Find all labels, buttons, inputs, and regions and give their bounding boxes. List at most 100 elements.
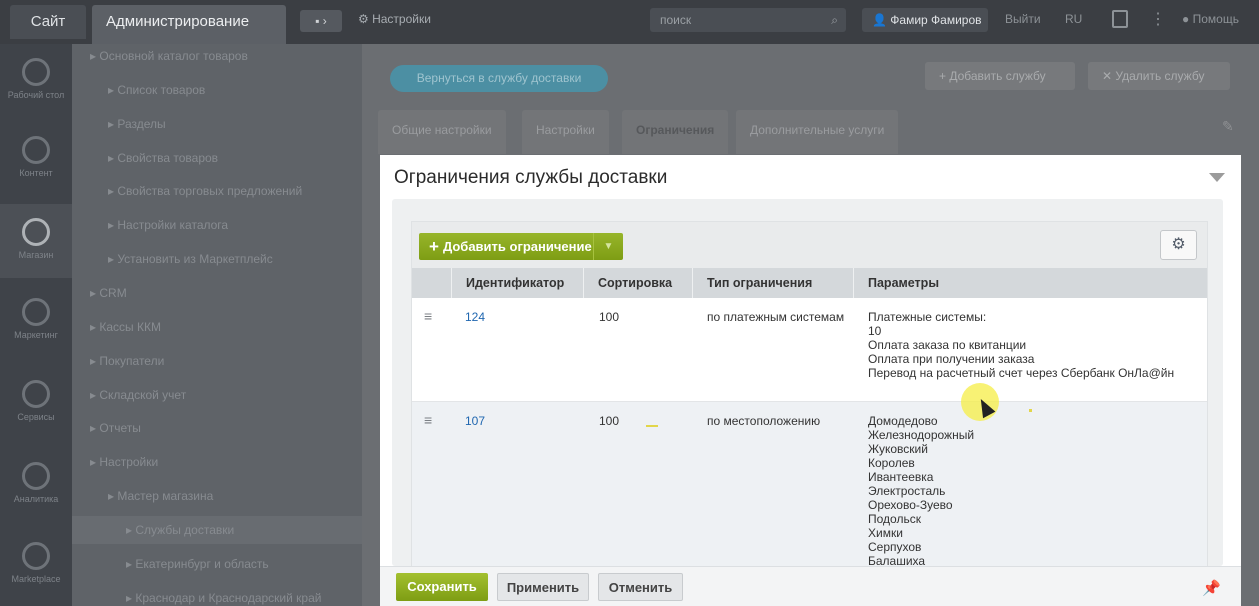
settings-link[interactable]: ⚙ Настройки	[358, 12, 431, 26]
search-input[interactable]: поиск ⌕	[650, 8, 846, 32]
param-line: Платежные системы:	[868, 310, 987, 324]
tree-item[interactable]: ▸ Установить из Маркетплейс	[108, 245, 273, 273]
search-placeholder: поиск	[660, 13, 692, 27]
column-header-type[interactable]: Тип ограничения	[693, 268, 854, 298]
param-line: Орехово-Зуево	[868, 498, 953, 512]
column-header-params[interactable]: Параметры	[854, 268, 1207, 298]
param-line: Железнодорожный	[868, 428, 975, 442]
tab-general-settings[interactable]: Общие настройки	[378, 110, 506, 154]
drag-handle-icon[interactable]: ≡	[424, 413, 436, 427]
sidebar-item-marketplace[interactable]: Marketplace	[0, 528, 72, 602]
tree-menu: ▸ Основной каталог товаров ▸ Список това…	[72, 44, 362, 606]
tree-item[interactable]: ▸ Свойства торговых предложений	[108, 177, 302, 205]
sidebar-item-marketing[interactable]: Маркетинг	[0, 284, 72, 358]
highlight-mark	[646, 425, 658, 427]
tab-additional-services[interactable]: Дополнительные услуги	[736, 110, 899, 154]
tree-item[interactable]: ▸ Основной каталог товаров	[90, 42, 248, 70]
table-row[interactable]: ≡ 107 100 по местоположению Домодедово Ж…	[412, 402, 1207, 568]
pin-icon[interactable]: 📌	[1202, 579, 1221, 597]
tree-item[interactable]: ▸ Екатеринбург и область	[126, 550, 269, 578]
window-icon[interactable]	[1112, 10, 1128, 28]
more-icon[interactable]: ⋮	[1150, 9, 1166, 29]
cancel-button[interactable]: Отменить	[598, 573, 683, 601]
content-icon	[22, 136, 50, 164]
tree-item[interactable]: ▸ CRM	[90, 279, 127, 307]
row-params: Платежные системы: 10 Оплата заказа по к…	[868, 310, 1174, 380]
tab-restrictions[interactable]: Ограничения	[622, 110, 729, 154]
plus-icon: +	[939, 69, 950, 83]
sidebar-item-content[interactable]: Контент	[0, 122, 72, 196]
apply-button[interactable]: Применить	[497, 573, 589, 601]
marketing-icon	[22, 298, 50, 326]
tree-item[interactable]: ▸ Список товаров	[108, 76, 205, 104]
param-line: Королев	[868, 456, 915, 470]
language-switch[interactable]: RU	[1065, 12, 1082, 26]
param-line: Оплата при получении заказа	[868, 352, 1035, 366]
tabs: Общие настройки Настройки Ограничения До…	[378, 110, 1248, 154]
param-line: Перевод на расчетный счет через Сбербанк…	[868, 366, 1175, 380]
sidebar-item-label: Marketplace	[11, 574, 61, 584]
tree-item[interactable]: ▸ Настройки	[90, 448, 158, 476]
drag-handle-icon[interactable]: ≡	[424, 309, 436, 323]
sidebar-item-label: Рабочий стол	[7, 90, 65, 100]
tree-item[interactable]: ▸ Кассы ККМ	[90, 313, 161, 341]
row-sort: 100	[599, 414, 620, 428]
add-restriction-button[interactable]: + Добавить ограничение ▼	[419, 233, 623, 260]
sidebar-item-label: Сервисы	[17, 412, 55, 422]
basket-icon	[22, 218, 50, 246]
tab-settings[interactable]: Настройки	[522, 110, 609, 154]
settings-label: Настройки	[372, 12, 431, 26]
sidebar-item-desktop[interactable]: Рабочий стол	[0, 44, 72, 118]
save-button[interactable]: Сохранить	[396, 573, 488, 601]
sidebar-item-analytics[interactable]: Аналитика	[0, 448, 72, 522]
gear-icon: ⚙	[1171, 236, 1186, 253]
plus-icon: +	[429, 237, 439, 256]
chat-button[interactable]: ▪ ›	[300, 10, 342, 32]
tree-item[interactable]: ▸ Настройки каталога	[108, 211, 228, 239]
row-id[interactable]: 124	[465, 310, 485, 324]
column-header-id[interactable]: Идентификатор	[452, 268, 584, 298]
sidebar-item-label: Контент	[19, 168, 53, 178]
tree-item[interactable]: ▸ Мастер магазина	[108, 482, 213, 510]
delete-service-button[interactable]: ✕ Удалить службу	[1088, 62, 1230, 90]
sidebar-item-label: Аналитика	[13, 494, 59, 504]
add-service-button[interactable]: + Добавить службу	[925, 62, 1075, 90]
sidebar-item-label: Магазин	[18, 250, 54, 260]
close-icon: ✕	[1102, 69, 1116, 83]
bottom-action-bar: Сохранить Применить Отменить 📌	[380, 566, 1241, 606]
sidebar-item-shop[interactable]: Магазин	[0, 204, 72, 278]
sidebar-item-label: Маркетинг	[14, 330, 58, 340]
help-icon: ●	[1182, 12, 1193, 26]
row-sort: 100	[599, 310, 620, 324]
row-id[interactable]: 107	[465, 414, 485, 428]
chevron-down-icon[interactable]: ▼	[593, 233, 623, 260]
table-row[interactable]: ≡ 124 100 по платежным системам Платежны…	[412, 298, 1207, 402]
exit-link[interactable]: Выйти	[1005, 12, 1041, 26]
tree-item[interactable]: ▸ Покупатели	[90, 347, 164, 375]
user-name: Фамир Фамиров	[890, 13, 982, 27]
tree-item[interactable]: ▸ Отчеты	[90, 414, 141, 442]
tab-administration[interactable]: Администрирование	[92, 5, 286, 44]
help-link[interactable]: ● Помощь	[1182, 12, 1239, 26]
add-restriction-label: Добавить ограничение	[442, 239, 592, 254]
param-line: Химки	[868, 526, 903, 540]
top-bar: Сайт Администрирование ▪ › ⚙ Настройки п…	[0, 0, 1259, 44]
back-to-delivery-button[interactable]: Вернуться в службу доставки	[390, 65, 608, 92]
edit-icon[interactable]: ✎	[1222, 118, 1234, 135]
tree-item[interactable]: ▸ Складской учет	[90, 381, 186, 409]
user-menu[interactable]: 👤 Фамир Фамиров	[862, 8, 988, 32]
tree-item[interactable]: ▸ Разделы	[108, 110, 166, 138]
icon-sidebar: Рабочий стол Контент Магазин Маркетинг С…	[0, 44, 72, 606]
tree-item[interactable]: ▸ Свойства товаров	[108, 144, 218, 172]
tab-site[interactable]: Сайт	[10, 5, 86, 39]
desktop-icon	[22, 58, 50, 86]
gear-icon: ⚙	[358, 12, 373, 26]
sidebar-item-services[interactable]: Сервисы	[0, 366, 72, 440]
column-header-sort[interactable]: Сортировка	[584, 268, 693, 298]
grid-settings-button[interactable]: ⚙	[1160, 230, 1197, 260]
search-icon: ⌕	[831, 13, 838, 27]
grid-toolbar: + Добавить ограничение ▼ ⚙	[412, 222, 1207, 268]
tree-item-delivery-services[interactable]: ▸ Службы доставки	[72, 516, 362, 544]
collapse-icon[interactable]	[1209, 173, 1225, 182]
tree-item[interactable]: ▸ Краснодар и Краснодарский край	[126, 584, 321, 606]
